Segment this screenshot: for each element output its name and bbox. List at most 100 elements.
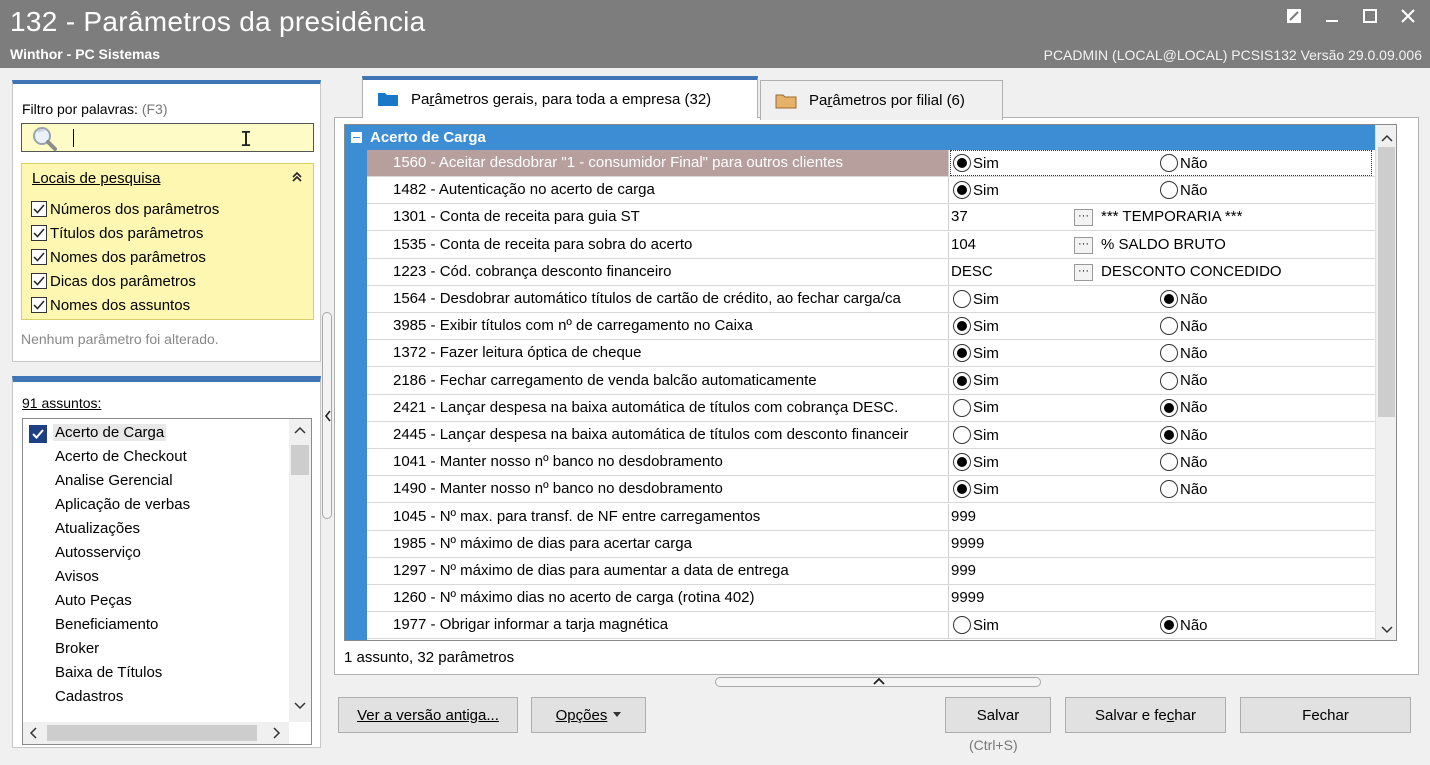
- scroll-down-icon[interactable]: [294, 699, 306, 713]
- radio-selected-icon[interactable]: [1160, 426, 1178, 444]
- scroll-up-icon[interactable]: [294, 423, 306, 437]
- radio-yes[interactable]: Sim: [953, 480, 999, 499]
- radio-empty-icon[interactable]: [953, 290, 971, 308]
- table-row[interactable]: 1301 - Conta de receita para guia ST 37 ··…: [367, 204, 1375, 232]
- table-row[interactable]: 2445 - Lançar despesa na baixa automátic…: [367, 422, 1375, 449]
- table-row[interactable]: 1977 - Obrigar informar a tarja magnétic…: [367, 612, 1375, 640]
- table-row[interactable]: 1535 - Conta de receita para sobra do ac…: [367, 231, 1375, 259]
- lookup-button[interactable]: ···: [1074, 236, 1093, 254]
- grid-vertical-scrollbar[interactable]: [1375, 125, 1396, 640]
- search-option-hints[interactable]: Dicas dos parâmetros: [31, 271, 196, 291]
- list-item[interactable]: Auto Peças: [55, 592, 132, 609]
- radio-no[interactable]: Não: [1160, 181, 1208, 200]
- collapse-up-icon[interactable]: [291, 170, 303, 186]
- subjects-list[interactable]: Acerto de Carga Acerto de Checkout Anali…: [22, 418, 312, 745]
- table-row[interactable]: 1490 - Manter nosso nº banco no desdobra…: [367, 476, 1375, 504]
- radio-selected-icon[interactable]: [953, 317, 971, 336]
- search-locations-heading[interactable]: Locais de pesquisa: [32, 170, 160, 187]
- radio-no[interactable]: Não: [1160, 616, 1208, 635]
- radio-yes[interactable]: Sim: [953, 181, 999, 200]
- old-version-button[interactable]: Ver a versão antiga...: [338, 697, 518, 733]
- checkbox-checked-icon[interactable]: [31, 201, 47, 217]
- radio-yes[interactable]: Sim: [953, 290, 999, 308]
- left-splitter[interactable]: [322, 312, 332, 519]
- radio-no[interactable]: Não: [1160, 480, 1208, 499]
- scroll-thumb[interactable]: [47, 725, 257, 741]
- table-row[interactable]: 1045 - Nº max. para transf. de NF entre …: [367, 503, 1375, 531]
- radio-selected-icon[interactable]: [953, 181, 971, 200]
- list-item[interactable]: Atualizações: [55, 520, 140, 537]
- lookup-button[interactable]: ···: [1074, 263, 1093, 281]
- checkbox-checked-icon[interactable]: [31, 225, 47, 241]
- parameter-value[interactable]: 9999: [951, 531, 984, 557]
- checkbox-checked-icon[interactable]: [31, 249, 47, 265]
- radio-no[interactable]: Não: [1160, 453, 1208, 472]
- radio-empty-icon[interactable]: [953, 398, 971, 417]
- scroll-thumb[interactable]: [1378, 147, 1395, 417]
- scroll-thumb[interactable]: [291, 445, 309, 475]
- parameter-value[interactable]: 9999: [951, 585, 984, 611]
- radio-selected-icon[interactable]: [1160, 398, 1178, 417]
- radio-empty-icon[interactable]: [1160, 371, 1178, 390]
- radio-empty-icon[interactable]: [1160, 480, 1178, 499]
- radio-empty-icon[interactable]: [953, 426, 971, 444]
- table-row[interactable]: 3985 - Exibir títulos com nº de carregam…: [367, 313, 1375, 341]
- radio-no[interactable]: Não: [1160, 426, 1208, 444]
- table-row[interactable]: 1564 - Desdobrar automático títulos de c…: [367, 286, 1375, 313]
- radio-yes[interactable]: Sim: [953, 344, 999, 363]
- table-row[interactable]: 2186 - Fechar carregamento de venda balc…: [367, 367, 1375, 395]
- subjects-horizontal-scrollbar[interactable]: [23, 722, 289, 744]
- radio-empty-icon[interactable]: [1160, 344, 1178, 363]
- list-item[interactable]: Avisos: [55, 568, 99, 585]
- restore-icon[interactable]: [1284, 6, 1304, 26]
- radio-selected-icon[interactable]: [953, 480, 971, 499]
- list-item[interactable]: Acerto de Checkout: [55, 448, 187, 465]
- radio-no[interactable]: Não: [1160, 290, 1208, 308]
- group-header[interactable]: Acerto de Carga: [345, 125, 1375, 150]
- table-row[interactable]: 1372 - Fazer leitura óptica de cheque Sim…: [367, 340, 1375, 368]
- radio-no[interactable]: Não: [1160, 371, 1208, 390]
- checkbox-checked-icon[interactable]: [31, 273, 47, 289]
- checkbox-checked-icon[interactable]: [31, 297, 47, 313]
- radio-selected-icon[interactable]: [953, 344, 971, 363]
- options-button[interactable]: Opções: [531, 697, 646, 733]
- tab-branch-parameters[interactable]: Parâmetros por filial (6): [760, 80, 1003, 120]
- close-icon[interactable]: [1398, 6, 1418, 26]
- radio-empty-icon[interactable]: [1160, 453, 1178, 472]
- table-row[interactable]: 1482 - Autenticação no acerto de carga Si…: [367, 177, 1375, 205]
- table-row[interactable]: 1260 - Nº máximo dias no acerto de carga…: [367, 585, 1375, 613]
- radio-selected-icon[interactable]: [953, 371, 971, 390]
- scroll-right-icon[interactable]: [273, 727, 281, 742]
- list-item[interactable]: Acerto de Carga: [53, 424, 167, 441]
- radio-yes[interactable]: Sim: [953, 426, 999, 444]
- minimize-icon[interactable]: [1322, 6, 1342, 26]
- radio-empty-icon[interactable]: [953, 616, 971, 635]
- scroll-up-icon[interactable]: [1381, 131, 1393, 145]
- maximize-icon[interactable]: [1360, 6, 1380, 26]
- bottom-splitter[interactable]: [715, 677, 1041, 687]
- radio-selected-icon[interactable]: [953, 453, 971, 472]
- list-item[interactable]: Cadastros: [55, 688, 123, 705]
- table-row[interactable]: 1297 - Nº máximo de dias para aumentar a…: [367, 558, 1375, 585]
- search-option-titles[interactable]: Títulos dos parâmetros: [31, 223, 203, 243]
- search-option-names[interactable]: Nomes dos parâmetros: [31, 247, 206, 267]
- chevron-up-icon[interactable]: [873, 676, 885, 686]
- list-item[interactable]: Broker: [55, 640, 99, 657]
- search-option-subjects[interactable]: Nomes dos assuntos: [31, 295, 190, 315]
- chevron-left-icon[interactable]: [324, 410, 332, 422]
- scroll-left-icon[interactable]: [29, 727, 37, 742]
- list-item[interactable]: Aplicação de verbas: [55, 496, 190, 513]
- list-item[interactable]: Autosserviço: [55, 544, 141, 561]
- save-and-close-button[interactable]: Salvar e fechar: [1065, 697, 1226, 733]
- parameter-value[interactable]: 999: [951, 504, 976, 530]
- lookup-button[interactable]: ···: [1074, 209, 1093, 227]
- list-item[interactable]: Beneficiamento: [55, 616, 158, 633]
- radio-yes[interactable]: Sim: [953, 398, 999, 417]
- table-row[interactable]: 1041 - Manter nosso nº banco no desdobra…: [367, 449, 1375, 477]
- collapse-minus-icon[interactable]: [351, 132, 362, 143]
- list-item[interactable]: Baixa de Títulos: [55, 664, 162, 681]
- list-item[interactable]: Analise Gerencial: [55, 472, 173, 489]
- radio-no[interactable]: Não: [1160, 398, 1208, 417]
- table-row[interactable]: 1985 - Nº máximo de dias para acertar ca…: [367, 530, 1375, 558]
- table-row[interactable]: 1223 - Cód. cobrança desconto financeiro…: [367, 258, 1375, 286]
